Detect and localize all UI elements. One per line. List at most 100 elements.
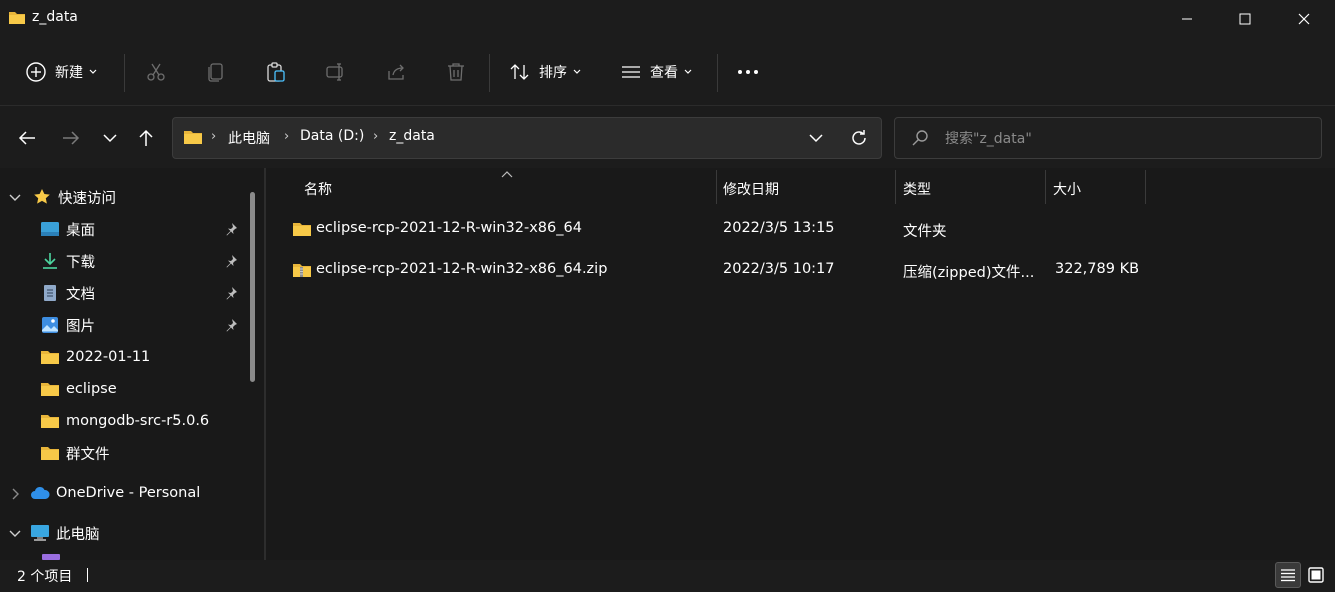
sidebar-item-label: OneDrive - Personal (56, 485, 201, 501)
sidebar-item-pictures[interactable]: 图片 (40, 310, 95, 340)
chevron-down-icon (809, 134, 823, 143)
chevron-down-icon[interactable] (8, 527, 22, 541)
column-divider[interactable] (1045, 170, 1046, 204)
forward-button[interactable] (57, 124, 85, 152)
sidebar-item-label: 2022-01-11 (66, 349, 151, 365)
folder-icon (40, 380, 60, 398)
view-button[interactable]: 查看 (620, 52, 692, 92)
breadcrumb-item[interactable]: 此电脑 (228, 128, 270, 148)
address-bar[interactable] (172, 117, 882, 159)
recent-locations-button[interactable] (96, 124, 124, 152)
sidebar-item-label: mongodb-src-r5.0.6 (66, 413, 210, 429)
details-view-icon (1281, 569, 1295, 582)
file-name: eclipse-rcp-2021-12-R-win32-x86_64 (316, 220, 582, 236)
back-button[interactable] (13, 124, 41, 152)
breadcrumb-separator: › (373, 129, 379, 144)
toolbar-separator (489, 54, 490, 92)
tiles-view-icon (1308, 567, 1324, 583)
file-date: 2022/3/5 10:17 (723, 261, 835, 277)
table-row[interactable]: eclipse-rcp-2021-12-R-win32-x86_64 2022/… (282, 209, 1152, 249)
close-icon (1298, 13, 1310, 25)
column-divider[interactable] (716, 170, 717, 204)
pin-icon[interactable] (224, 222, 238, 236)
sidebar-item-desktop[interactable]: 桌面 (40, 214, 95, 244)
chevron-down-icon[interactable] (8, 191, 22, 205)
sort-button[interactable]: 排序 (509, 52, 581, 92)
breadcrumb-item[interactable]: Data (D:) (300, 128, 364, 144)
sidebar-item-label: 群文件 (66, 446, 110, 463)
column-header-size[interactable]: 大小 (1053, 179, 1081, 199)
address-history-button[interactable] (802, 124, 830, 152)
status-bar (0, 560, 1335, 592)
pane-divider[interactable] (264, 168, 266, 560)
sidebar-item-label: 此电脑 (56, 526, 100, 543)
title-bar (0, 0, 1335, 38)
column-divider[interactable] (895, 170, 896, 204)
chevron-down-icon (573, 69, 581, 74)
arrow-right-icon (63, 131, 80, 145)
refresh-button[interactable] (845, 124, 873, 152)
folder-icon (9, 12, 25, 24)
sidebar-item-folder[interactable]: 群文件 (40, 438, 110, 468)
share-icon (385, 61, 407, 83)
download-icon (40, 252, 60, 270)
rename-button[interactable] (325, 52, 347, 92)
sidebar-item-label: 图片 (66, 318, 95, 335)
column-header-date[interactable]: 修改日期 (723, 179, 779, 199)
more-dots-icon (737, 61, 759, 83)
column-header-type[interactable]: 类型 (903, 179, 931, 199)
folder-icon (293, 223, 311, 236)
sidebar-item-onedrive[interactable]: OneDrive - Personal (30, 478, 200, 508)
close-button[interactable] (1275, 0, 1333, 38)
pin-icon[interactable] (224, 286, 238, 300)
sidebar-item-downloads[interactable]: 下载 (40, 246, 95, 276)
file-size: 322,789 KB (1055, 261, 1140, 277)
file-type: 文件夹 (903, 224, 947, 240)
column-divider[interactable] (1145, 170, 1146, 204)
more-button[interactable] (737, 52, 759, 92)
sidebar-item-label: 桌面 (66, 222, 95, 239)
sidebar-item-folder[interactable]: mongodb-src-r5.0.6 (40, 406, 209, 436)
up-button[interactable] (132, 124, 160, 152)
sidebar-item-quick-access[interactable]: 快速访问 (32, 182, 116, 212)
folder-icon (184, 131, 202, 144)
chevron-right-icon[interactable] (8, 487, 22, 501)
pin-icon[interactable] (224, 254, 238, 268)
sidebar-item-documents[interactable]: 文档 (40, 278, 95, 308)
column-header-name[interactable]: 名称 (304, 179, 332, 199)
maximize-icon (1239, 13, 1251, 25)
paste-button[interactable] (265, 52, 287, 92)
new-button[interactable]: 新建 (25, 52, 97, 92)
breadcrumb-separator: › (284, 129, 290, 144)
status-separator (87, 568, 88, 582)
maximize-button[interactable] (1216, 0, 1274, 38)
sidebar-item-folder[interactable]: eclipse (40, 374, 117, 404)
sidebar-scrollbar[interactable] (250, 192, 255, 382)
cut-button[interactable] (145, 52, 167, 92)
table-row[interactable]: eclipse-rcp-2021-12-R-win32-x86_64.zip 2… (282, 250, 1152, 290)
details-view-button[interactable] (1275, 562, 1301, 588)
sidebar-item-this-pc[interactable]: 此电脑 (30, 518, 100, 548)
delete-button[interactable] (445, 52, 467, 92)
search-input[interactable]: 搜索"z_data" (945, 128, 1032, 148)
cloud-icon (30, 484, 50, 502)
new-label: 新建 (55, 65, 83, 81)
view-label: 查看 (650, 65, 678, 81)
zip-folder-icon (293, 264, 311, 277)
pin-icon[interactable] (224, 318, 238, 332)
file-date: 2022/3/5 13:15 (723, 220, 835, 236)
breadcrumb-item[interactable]: z_data (389, 128, 435, 144)
folder-icon (40, 412, 60, 430)
desktop-icon (40, 220, 60, 238)
sidebar-item-label: eclipse (66, 381, 117, 397)
sort-label: 排序 (539, 65, 567, 81)
chevron-down-icon (103, 134, 117, 143)
chevron-down-icon (89, 69, 97, 74)
share-button[interactable] (385, 52, 407, 92)
large-icons-view-button[interactable] (1303, 562, 1329, 588)
view-lines-icon (620, 61, 642, 83)
copy-button[interactable] (205, 52, 227, 92)
minimize-button[interactable] (1158, 0, 1216, 38)
sidebar-item-label: 文档 (66, 286, 95, 303)
sidebar-item-folder[interactable]: 2022-01-11 (40, 342, 150, 372)
